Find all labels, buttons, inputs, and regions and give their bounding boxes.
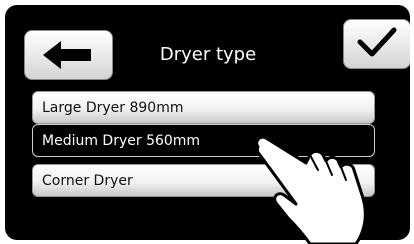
back-button[interactable] [24, 30, 113, 80]
option-label: Corner Dryer [42, 173, 133, 189]
confirm-button[interactable] [343, 19, 410, 69]
option-corner-dryer[interactable]: Corner Dryer [32, 164, 375, 197]
arrow-left-icon [39, 38, 99, 72]
device-bezel: Dryer type Large Dryer 890mm Medium Drye… [0, 0, 414, 244]
option-label: Medium Dryer 560mm [42, 133, 201, 149]
option-large-dryer[interactable]: Large Dryer 890mm [32, 91, 375, 124]
option-label: Large Dryer 890mm [42, 100, 184, 116]
option-medium-dryer[interactable]: Medium Dryer 560mm [32, 124, 375, 157]
touch-screen: Dryer type Large Dryer 890mm Medium Drye… [5, 5, 410, 240]
checkmark-icon [355, 25, 399, 63]
page-title: Dryer type [159, 44, 257, 65]
